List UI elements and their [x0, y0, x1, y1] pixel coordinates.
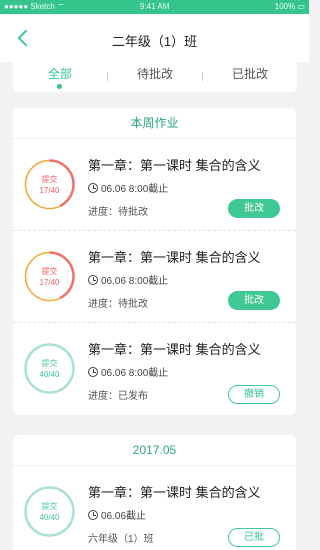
submission-ring: 提交 17/40: [24, 251, 75, 302]
class-name: 六年级（1）班: [88, 534, 154, 545]
grade-button[interactable]: 批改: [228, 291, 280, 310]
ring-label: 提交: [41, 359, 58, 368]
status-bar: ●●●●● Sketch ⌔ 9:41 AM 100% ▭: [0, 0, 309, 14]
submission-ring: 提交 40/40: [24, 486, 75, 537]
tab-label: 待批改: [136, 67, 173, 81]
ring-label: 提交: [41, 175, 58, 184]
filter-tabs: 全部 待批改 已批改: [13, 60, 297, 92]
ring-label: 提交: [41, 502, 58, 511]
deadline-text: 06.06 8:00截止: [101, 368, 169, 379]
homework-title: 第一章：第一课时 集合的含义: [88, 342, 261, 357]
active-tab-dot: [57, 84, 62, 89]
submission-ring: 提交 40/40: [24, 343, 75, 394]
clock-icon: [88, 509, 98, 520]
progress-status: 进度：待批改: [88, 299, 148, 310]
deadline: 06.06截止: [88, 507, 146, 522]
clock-icon: [88, 274, 98, 285]
section-this-week: 本周作业 提交 17/40 第一章：第一课时 集合的含义 06.06 8:00截…: [13, 108, 296, 415]
submission-count: 17/40: [39, 186, 60, 195]
status-time: 9:41 AM: [140, 2, 170, 11]
section-month: 2017.05 提交 40/40 第一章：第一课时 集合的含义 06.06截止 …: [13, 435, 296, 550]
tab-label: 全部: [47, 67, 72, 81]
homework-title: 第一章：第一课时 集合的含义: [88, 485, 261, 500]
deadline: 06.06 8:00截止: [88, 180, 168, 195]
section-heading: 本周作业: [13, 108, 296, 139]
tab-all[interactable]: 全部: [13, 60, 107, 92]
nav-header: 二年级（1）班: [0, 14, 309, 62]
ring-label: 提交: [41, 267, 58, 276]
tab-label: 已批改: [231, 67, 268, 81]
homework-title: 第一章：第一课时 集合的含义: [88, 250, 261, 265]
carrier-signal: ●●●●● Sketch ⌔: [4, 2, 65, 11]
page-title: 二年级（1）班: [111, 34, 198, 49]
battery-indicator: 100% ▭: [274, 2, 305, 11]
graded-button[interactable]: 已批: [228, 528, 280, 547]
homework-item[interactable]: 提交 17/40 第一章：第一课时 集合的含义 06.06 8:00截止 进度：…: [13, 231, 296, 323]
clock-icon: [88, 182, 98, 193]
section-heading: 2017.05: [13, 435, 296, 466]
submission-count: 17/40: [39, 278, 60, 287]
tab-pending[interactable]: 待批改: [108, 60, 202, 92]
progress-status: 进度：已发布: [88, 391, 148, 402]
homework-item[interactable]: 提交 17/40 第一章：第一课时 集合的含义 06.06 8:00截止 进度：…: [13, 139, 296, 231]
progress-status: 进度：待批改: [88, 207, 148, 218]
homework-title: 第一章：第一课时 集合的含义: [88, 158, 261, 173]
homework-item[interactable]: 提交 40/40 第一章：第一课时 集合的含义 06.06 8:00截止 进度：…: [13, 323, 296, 415]
grade-button[interactable]: 批改: [228, 199, 280, 218]
submission-count: 40/40: [39, 370, 60, 379]
deadline-text: 06.06 8:00截止: [101, 276, 169, 287]
revoke-button[interactable]: 撤销: [228, 385, 280, 404]
clock-icon: [88, 366, 98, 377]
deadline: 06.06 8:00截止: [88, 272, 168, 287]
deadline-text: 06.06 8:00截止: [101, 184, 169, 195]
homework-item[interactable]: 提交 40/40 第一章：第一课时 集合的含义 06.06截止 六年级（1）班 …: [13, 466, 296, 550]
submission-ring: 提交 17/40: [24, 159, 75, 210]
deadline: 06.06 8:00截止: [88, 364, 168, 379]
deadline-text: 06.06截止: [101, 511, 147, 522]
submission-count: 40/40: [39, 513, 60, 522]
tab-graded[interactable]: 已批改: [203, 60, 297, 92]
